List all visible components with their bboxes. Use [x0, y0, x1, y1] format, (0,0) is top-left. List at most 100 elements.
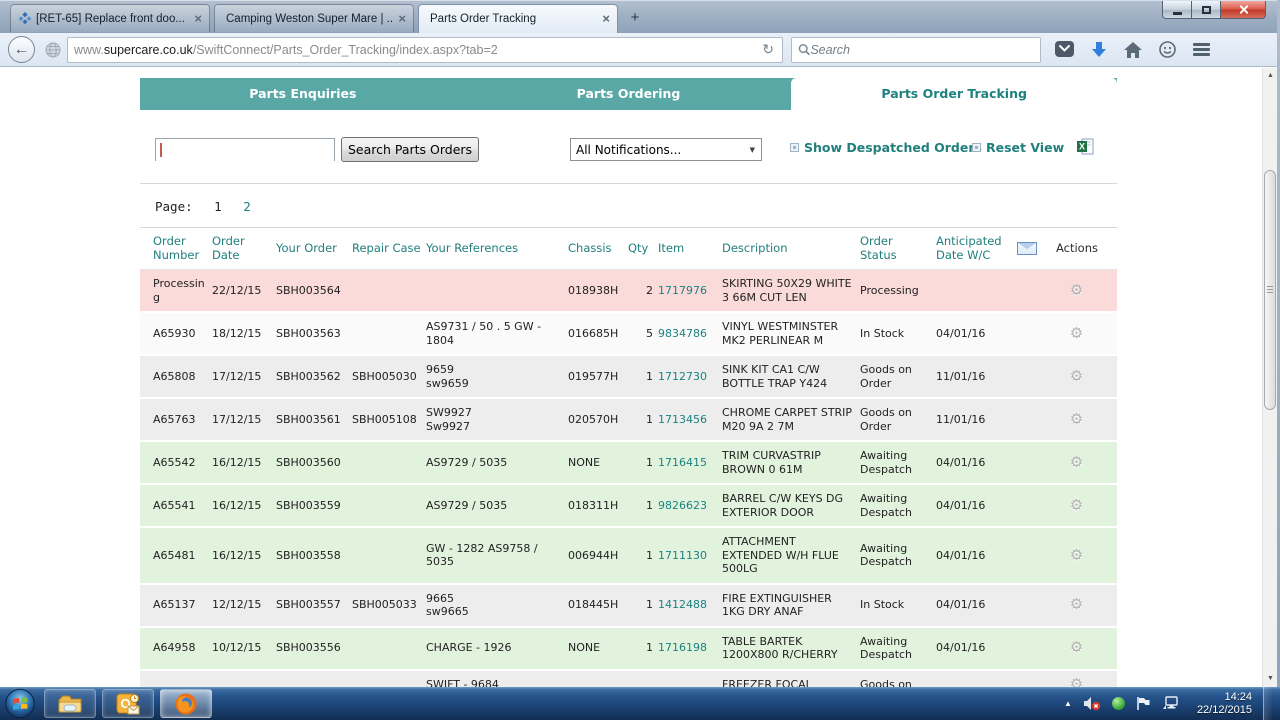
scroll-down-icon[interactable]: ▼: [1263, 671, 1278, 687]
tray-expand-icon[interactable]: ▲: [1064, 699, 1072, 708]
gear-icon[interactable]: ⚙: [1041, 678, 1112, 688]
browser-tab-camping[interactable]: Camping Weston Super Mare | ... ×: [214, 4, 414, 32]
cell-chassis: NONE: [568, 627, 628, 670]
close-button[interactable]: [1221, 1, 1266, 19]
show-despatched-orders-link[interactable]: Show Despatched Orders: [790, 140, 982, 155]
gear-icon[interactable]: ⚙: [1041, 499, 1112, 513]
chevron-down-icon: ▼: [750, 146, 761, 154]
chat-smiley-icon[interactable]: [1159, 41, 1176, 58]
tab-close-icon[interactable]: ×: [602, 13, 610, 25]
cell-qty: 1: [628, 398, 658, 441]
taskbar-explorer-button[interactable]: [44, 689, 96, 718]
table-row: A6548116/12/15SBH003558GW - 1282 AS9758 …: [140, 527, 1117, 584]
maximize-button[interactable]: [1192, 1, 1221, 19]
pocket-icon[interactable]: [1055, 41, 1074, 58]
menu-icon[interactable]: [1193, 41, 1210, 59]
home-icon[interactable]: [1124, 42, 1142, 58]
item-link[interactable]: 1712730: [658, 370, 707, 383]
tab-parts-ordering[interactable]: Parts Ordering: [466, 78, 792, 110]
gear-icon[interactable]: ⚙: [1041, 327, 1112, 341]
cell-repair-case: SBH005033: [352, 584, 426, 627]
minimize-button[interactable]: [1162, 1, 1192, 19]
tab-parts-enquiries[interactable]: Parts Enquiries: [140, 78, 466, 110]
browser-tab-parts-order-tracking[interactable]: Parts Order Tracking ×: [418, 4, 618, 33]
cell-order-date: [212, 670, 276, 688]
scrollbar-thumb[interactable]: [1264, 170, 1276, 410]
column-header-repair-case: Repair Case: [352, 228, 426, 270]
cell-anticipated: 04/01/16: [936, 627, 1041, 670]
item-link[interactable]: 1716198: [658, 641, 707, 654]
tab-close-icon[interactable]: ×: [194, 13, 202, 25]
table-row: A6576317/12/15SBH003561SBH005108SW9927 S…: [140, 398, 1117, 441]
tab-parts-order-tracking[interactable]: Parts Order Tracking: [791, 78, 1117, 110]
page-number-link[interactable]: 2: [243, 199, 251, 214]
reset-view-link[interactable]: Reset View: [972, 140, 1064, 155]
start-button[interactable]: [2, 687, 38, 720]
presence-status-icon[interactable]: [1112, 697, 1125, 710]
cell-order-status: Processing: [860, 270, 936, 313]
taskbar: O ▲: [0, 687, 1280, 720]
item-link[interactable]: 9826623: [658, 499, 707, 512]
gear-icon[interactable]: ⚙: [1041, 549, 1112, 563]
show-desktop-button[interactable]: [1263, 687, 1272, 720]
gear-icon[interactable]: ⚙: [1041, 598, 1112, 612]
reload-icon[interactable]: ↻: [760, 41, 776, 58]
taskbar-outlook-button[interactable]: O: [102, 689, 154, 718]
item-link[interactable]: 1711130: [658, 549, 707, 562]
notifications-select[interactable]: All Notifications... ▼: [570, 138, 762, 161]
back-button[interactable]: ←: [8, 36, 35, 63]
taskbar-clock[interactable]: 14:24 22/12/2015: [1197, 691, 1252, 717]
scroll-up-icon[interactable]: ▲: [1263, 68, 1278, 84]
item-link[interactable]: 1713456: [658, 413, 707, 426]
item-link[interactable]: 9834786: [658, 327, 707, 340]
outlook-icon: O: [116, 693, 140, 715]
action-center-flag-icon[interactable]: [1136, 696, 1151, 711]
cell-repair-case: [352, 670, 426, 688]
gear-icon[interactable]: ⚙: [1041, 370, 1112, 384]
cell-description: FREEZER FOCAL: [722, 670, 860, 688]
volume-muted-icon[interactable]: [1083, 696, 1101, 711]
text-caret: [160, 143, 162, 157]
cell-order-date: 22/12/15: [212, 270, 276, 313]
gear-icon[interactable]: ⚙: [1041, 413, 1112, 427]
cell-item: 1717976: [658, 270, 722, 313]
cell-your-order: SBH003560: [276, 441, 352, 484]
navbar-icons: [1055, 41, 1210, 59]
gear-icon[interactable]: ⚙: [1041, 284, 1112, 298]
mail-icon[interactable]: [1017, 242, 1037, 255]
desktop-screen: [RET-65] Replace front doo... × Camping …: [0, 0, 1280, 720]
cell-your-references: CHARGE - 1926: [426, 627, 568, 670]
item-link[interactable]: 1716415: [658, 456, 707, 469]
cell-your-order: SBH003559: [276, 484, 352, 527]
item-link[interactable]: 1717976: [658, 284, 707, 297]
network-icon[interactable]: [1162, 696, 1180, 711]
cell-your-references: 9659 sw9659: [426, 355, 568, 398]
browser-search-input[interactable]: [810, 43, 1034, 57]
orders-table: Order NumberOrder DateYour OrderRepair C…: [140, 227, 1117, 687]
cell-item: 1412488: [658, 584, 722, 627]
clock-date: 22/12/2015: [1197, 704, 1252, 717]
cell-anticipated: 04/01/16: [936, 484, 1041, 527]
new-tab-button[interactable]: +: [622, 7, 648, 29]
parts-search-field: [155, 138, 335, 161]
tab-close-icon[interactable]: ×: [398, 13, 406, 25]
cell-item: 1716198: [658, 627, 722, 670]
search-parts-orders-button[interactable]: Search Parts Orders: [341, 137, 479, 162]
gear-icon[interactable]: ⚙: [1041, 456, 1112, 470]
cell-actions: ⚙: [1041, 312, 1117, 355]
download-icon[interactable]: [1091, 41, 1107, 58]
vertical-scrollbar[interactable]: ▲ ▼: [1262, 68, 1277, 687]
taskbar-firefox-button[interactable]: [160, 689, 212, 718]
table-row: A6554216/12/15SBH003560AS9729 / 5035NONE…: [140, 441, 1117, 484]
divider: [140, 183, 1117, 184]
item-link[interactable]: 1412488: [658, 598, 707, 611]
cell-qty: 1: [628, 527, 658, 584]
browser-tab-jira[interactable]: [RET-65] Replace front doo... ×: [10, 4, 210, 32]
export-excel-icon[interactable]: X: [1077, 138, 1094, 159]
parts-search-input[interactable]: [156, 140, 334, 161]
page-number-current[interactable]: 1: [214, 199, 222, 214]
gear-icon[interactable]: ⚙: [1041, 641, 1112, 655]
browser-search-box[interactable]: [791, 37, 1041, 63]
url-bar[interactable]: www.supercare.co.uk/SwiftConnect/Parts_O…: [67, 37, 783, 63]
table-row: A6513712/12/15SBH003557SBH0050339665 sw9…: [140, 584, 1117, 627]
